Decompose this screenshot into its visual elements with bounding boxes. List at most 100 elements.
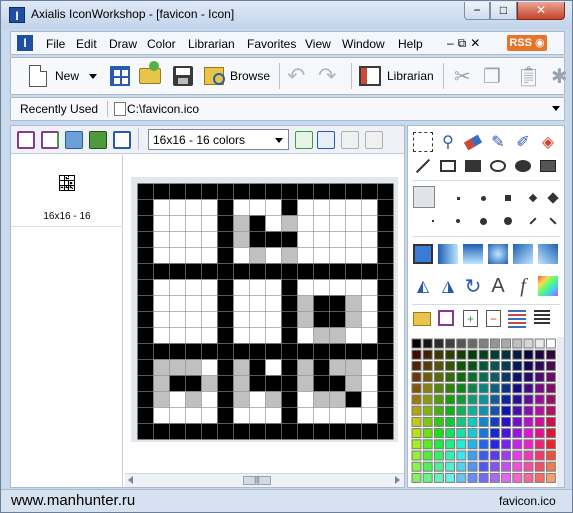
pixel-cell[interactable] <box>281 231 298 248</box>
pixel-cell[interactable] <box>297 183 314 200</box>
pixel-cell[interactable] <box>329 407 346 424</box>
rotate-icon[interactable]: ↻ <box>463 276 483 298</box>
open-button[interactable] <box>139 61 161 90</box>
pixel-cell[interactable] <box>313 311 330 328</box>
pixel-cell[interactable] <box>217 327 234 344</box>
pixel-cell[interactable] <box>345 311 362 328</box>
fill-diagonal-icon[interactable] <box>513 244 533 264</box>
palette-swatch[interactable] <box>545 405 556 416</box>
close-button[interactable]: ✕ <box>517 2 565 20</box>
pixel-cell[interactable] <box>329 215 346 232</box>
pixel-cell[interactable] <box>361 215 378 232</box>
pixel-cell[interactable] <box>329 199 346 216</box>
pixel-cell[interactable] <box>265 359 282 376</box>
palette-swatch[interactable] <box>512 360 523 371</box>
effects-icon[interactable]: f <box>513 275 533 297</box>
pixel-cell[interactable] <box>377 263 394 280</box>
pixel-cell[interactable] <box>281 215 298 232</box>
pixel-cell[interactable] <box>361 199 378 216</box>
palette-swatch[interactable] <box>433 416 444 427</box>
pixel-cell[interactable] <box>137 231 154 248</box>
librarian-button[interactable]: Librarian <box>359 62 434 90</box>
palette-swatch[interactable] <box>445 428 456 439</box>
pixel-cell[interactable] <box>265 375 282 392</box>
palette-swatch[interactable] <box>545 450 556 461</box>
pixel-cell[interactable] <box>313 375 330 392</box>
palette-swatch[interactable] <box>467 461 478 472</box>
pixel-cell[interactable] <box>169 359 186 376</box>
pixel-cell[interactable] <box>313 343 330 360</box>
palette-swatch[interactable] <box>411 416 422 427</box>
pixel-cell[interactable] <box>361 343 378 360</box>
palette-swatch[interactable] <box>534 450 545 461</box>
palette-swatch[interactable] <box>411 360 422 371</box>
pixel-editor-area[interactable] <box>125 155 404 473</box>
paste-button[interactable]: 📋︎ <box>516 62 541 90</box>
brush-size-9[interactable] <box>498 211 518 231</box>
pixel-cell[interactable] <box>361 231 378 248</box>
pixel-cell[interactable] <box>233 343 250 360</box>
pixel-cell[interactable] <box>345 423 362 440</box>
palette-swatch[interactable] <box>534 428 545 439</box>
pixel-cell[interactable] <box>137 183 154 200</box>
browse-button[interactable]: Browse <box>204 62 270 90</box>
pixel-cell[interactable] <box>361 247 378 264</box>
pixel-cell[interactable] <box>153 215 170 232</box>
menu-window[interactable]: Window <box>342 37 385 51</box>
pixel-cell[interactable] <box>137 359 154 376</box>
pixel-cell[interactable] <box>345 183 362 200</box>
pixel-cell[interactable] <box>297 391 314 408</box>
palette-swatch[interactable] <box>512 428 523 439</box>
pixel-cell[interactable] <box>377 375 394 392</box>
pixel-cell[interactable] <box>249 183 266 200</box>
pixel-cell[interactable] <box>137 407 154 424</box>
scroll-right-icon[interactable] <box>395 476 400 484</box>
mirror-icon[interactable]: ◮ <box>438 276 458 296</box>
brush-icon[interactable]: ✐ <box>513 132 533 152</box>
pixel-cell[interactable] <box>217 279 234 296</box>
palette-swatch[interactable] <box>489 372 500 383</box>
pixel-cell[interactable] <box>297 231 314 248</box>
fill-gradient-h-icon[interactable] <box>438 244 458 264</box>
fill-radial-icon[interactable] <box>488 244 508 264</box>
palette-swatch[interactable] <box>501 372 512 383</box>
pixel-cell[interactable] <box>201 375 218 392</box>
pixel-cell[interactable] <box>329 263 346 280</box>
pixel-cell[interactable] <box>137 199 154 216</box>
palette-swatch[interactable] <box>411 394 422 405</box>
palette-swatch[interactable] <box>534 394 545 405</box>
palette-swatch[interactable] <box>445 472 456 483</box>
undo-button[interactable]: ↶ <box>287 62 305 90</box>
path-dropdown-icon[interactable] <box>552 106 560 111</box>
pixel-cell[interactable] <box>169 375 186 392</box>
pixel-cell[interactable] <box>249 279 266 296</box>
pixel-cell[interactable] <box>233 359 250 376</box>
color-adjust-icon[interactable] <box>538 276 558 296</box>
filled-ellipse-icon[interactable] <box>513 156 533 176</box>
palette-swatch[interactable] <box>534 416 545 427</box>
fill-gradient-v-icon[interactable] <box>463 244 483 264</box>
pixel-cell[interactable] <box>153 263 170 280</box>
palette-swatch[interactable] <box>433 461 444 472</box>
pixel-cell[interactable] <box>137 311 154 328</box>
palette-swatch[interactable] <box>489 472 500 483</box>
pixel-cell[interactable] <box>169 215 186 232</box>
save-palette-icon[interactable] <box>438 310 454 326</box>
pixel-cell[interactable] <box>185 263 202 280</box>
palette-swatch[interactable] <box>433 372 444 383</box>
palette-swatch[interactable] <box>545 428 556 439</box>
pixel-cell[interactable] <box>329 311 346 328</box>
pixel-cell[interactable] <box>153 407 170 424</box>
palette-swatch[interactable] <box>467 405 478 416</box>
pixel-cell[interactable] <box>137 327 154 344</box>
palette-swatch[interactable] <box>411 428 422 439</box>
pixel-cell[interactable] <box>345 279 362 296</box>
palette-swatch[interactable] <box>433 428 444 439</box>
pixel-cell[interactable] <box>185 279 202 296</box>
minimize-button[interactable]: − <box>464 2 490 20</box>
ellipse-tool-icon[interactable] <box>488 156 508 176</box>
pixel-cell[interactable] <box>377 247 394 264</box>
pixel-cell[interactable] <box>201 311 218 328</box>
pixel-cell[interactable] <box>217 359 234 376</box>
pixel-cell[interactable] <box>185 247 202 264</box>
